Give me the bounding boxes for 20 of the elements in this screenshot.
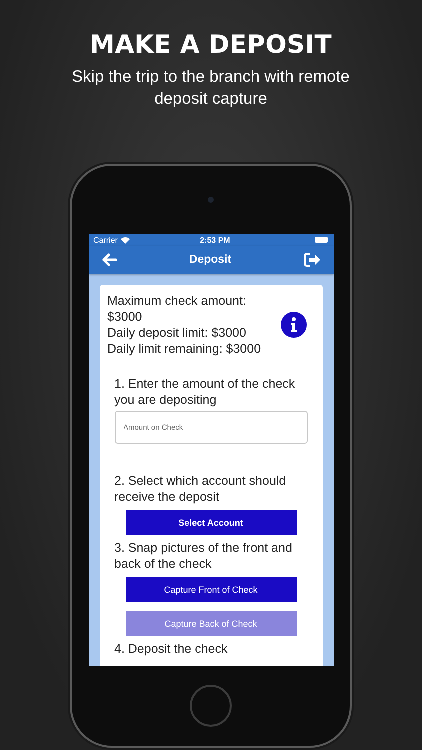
- carrier-label: Carrier: [94, 236, 118, 244]
- limit-text: Maximum check amount: $3000: [108, 293, 248, 325]
- limit-text: Daily deposit limit: $3000: [108, 325, 248, 341]
- step-instruction: 2. Select which account should receive the deposit: [114, 474, 288, 505]
- action-button[interactable]: Select Account: [126, 510, 296, 535]
- step-instruction: 4. Deposit the check: [114, 642, 229, 658]
- camera-icon: [207, 196, 215, 204]
- headline: MAKE A DEPOSIT: [90, 30, 332, 59]
- logout-icon[interactable]: [304, 253, 322, 267]
- step-instruction: 1. Enter the amount of the check you are depositing: [114, 377, 296, 408]
- limit-text: Daily limit remaining: $3000: [108, 341, 262, 357]
- step-instruction: 3. Snap pictures of the front and back of the check: [114, 541, 294, 572]
- action-button[interactable]: Capture Front of Check: [126, 577, 296, 602]
- battery-icon: [314, 237, 328, 243]
- screen-title: Deposit: [189, 254, 232, 266]
- status-time: 2:53 PM: [199, 236, 232, 244]
- wifi-icon: [120, 236, 130, 244]
- info-icon[interactable]: [280, 312, 306, 338]
- back-arrow-icon[interactable]: [100, 253, 116, 267]
- subtitle: Skip the trip to the branch with remote deposit capture: [71, 67, 351, 110]
